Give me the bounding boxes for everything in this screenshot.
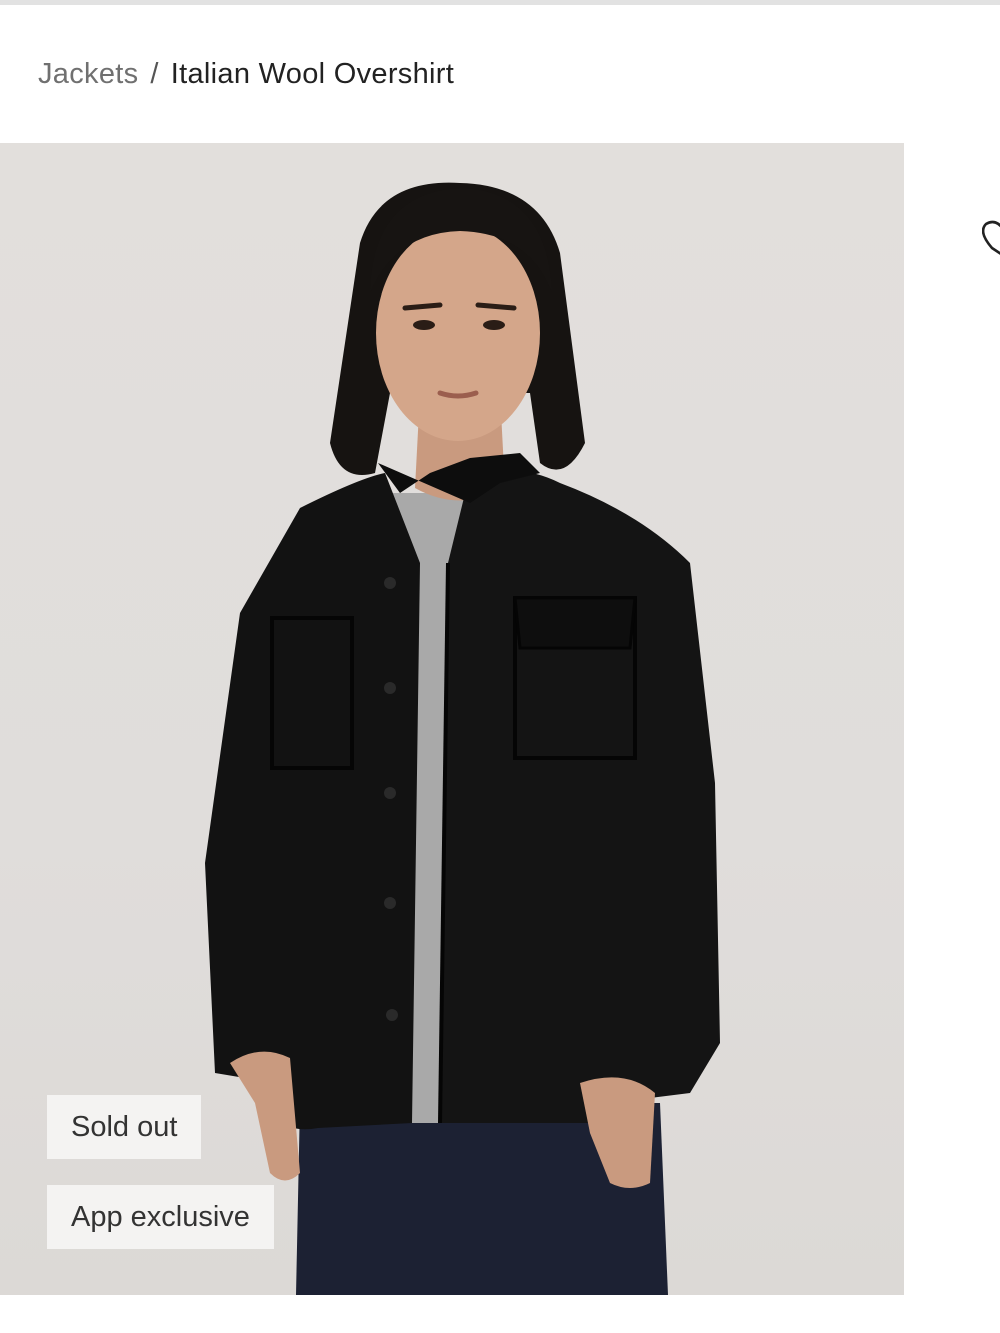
sold-out-badge: Sold out — [47, 1095, 202, 1159]
top-divider — [0, 0, 1000, 5]
breadcrumb-current-product: Italian Wool Overshirt — [170, 58, 455, 90]
breadcrumb-separator: / — [150, 58, 159, 90]
breadcrumb-link-jackets[interactable]: Jackets — [38, 58, 138, 91]
product-image[interactable]: Sold out App exclusive — [0, 143, 904, 1295]
app-exclusive-badge: App exclusive — [47, 1185, 274, 1249]
breadcrumb: Jackets / Italian Wool Overshirt — [38, 58, 454, 91]
heart-icon[interactable] — [981, 216, 1000, 256]
